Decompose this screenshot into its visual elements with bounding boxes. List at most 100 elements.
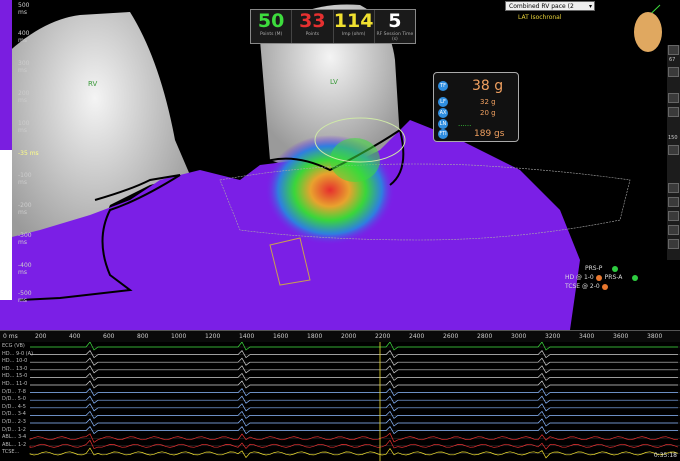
status-dot: [595, 274, 602, 281]
timeline-tick: 3800: [647, 333, 663, 340]
ecg-channel-label: HD... 13-0: [2, 365, 28, 372]
timeline-tick: 2400: [409, 333, 425, 340]
opacity-slider[interactable]: [668, 145, 679, 155]
ecg-trace: [29, 432, 679, 443]
colorbar-tick: 400 ms: [18, 30, 30, 44]
colorbar-tick: -400 ms: [18, 262, 32, 276]
map-name: LAT Isochronal: [518, 14, 562, 21]
map-selector[interactable]: Combined RV pace (2 ▾: [505, 1, 595, 11]
status-dot: [632, 274, 639, 281]
stat-label: Imp (ohm): [341, 32, 366, 37]
colorbar-marker[interactable]: -35 ms: [18, 150, 39, 157]
timeline-tick: 400: [69, 333, 81, 340]
legend-item: PRS-P: [585, 265, 641, 272]
timeline-start: 0 ms: [3, 333, 18, 340]
colorbar-tick: 100 ms: [18, 120, 30, 134]
colorbar-tick: -200 ms: [18, 202, 32, 216]
session-timer: 0:35:18: [653, 452, 677, 459]
timeline-tick: 2600: [443, 333, 459, 340]
stat-value: 5: [388, 10, 402, 32]
stat-points: 33 Points: [292, 10, 334, 43]
view-icon[interactable]: [668, 197, 679, 207]
legend-label: TCSE @ 2-0: [565, 283, 600, 290]
colorbar-tick: -500 ms: [18, 290, 32, 304]
ecg-channel-label: HD... 15-0: [2, 373, 28, 380]
timeline-tick: 1600: [273, 333, 289, 340]
legend-label: PRS-P: [585, 265, 603, 272]
timeline-tick: 200: [35, 333, 47, 340]
map-selector-value: Combined RV pace (2: [509, 3, 574, 10]
ecg-trace: [30, 403, 678, 412]
ecg-channel-label: D/D... 5-0: [2, 396, 26, 403]
zoom-value: 150: [668, 135, 678, 141]
ecg-channel-label: HD... 9-0 (A): [2, 350, 34, 357]
force-main: 38 g: [472, 78, 504, 94]
force-fti: 189 gs: [474, 129, 505, 139]
colorbar-ticks: 500 ms 400 ms 300 ms 200 ms 100 ms -35 m…: [0, 0, 40, 304]
contact-force-panel: TF 38 g LF 32 g AX 20 g LN ...... FTI 18…: [433, 72, 519, 142]
stat-value: 114: [333, 10, 374, 32]
timeline-tick: 2800: [477, 333, 493, 340]
timeline-tick: 3000: [511, 333, 527, 340]
colorbar-tick: -100 ms: [18, 172, 32, 186]
stat-label: Points: [305, 32, 320, 37]
view-icon[interactable]: [668, 183, 679, 193]
orientation-head: [634, 12, 662, 52]
timeline-tick: 1800: [307, 333, 323, 340]
timeline-tick: 2000: [341, 333, 357, 340]
colorbar-tick: 500 ms: [18, 2, 30, 16]
ecg-trace: [30, 365, 678, 374]
ecg-channel-label: D/D... 3-4: [2, 411, 26, 418]
zoom-slider[interactable]: [668, 67, 679, 77]
stat-impedance: 114 Imp (ohm): [334, 10, 375, 43]
stats-panel: 50 Points (M) 33 Points 114 Imp (ohm) 5 …: [250, 9, 416, 44]
ecg-trace: [30, 395, 678, 404]
stat-label: RF Session Time (s): [376, 32, 414, 42]
lateral-force-icon: LF: [438, 97, 448, 107]
catheter-tip: [330, 138, 380, 182]
legend-item: HD @ 1-0 PRS-A: [565, 274, 641, 281]
head-icon[interactable]: [668, 239, 679, 249]
rv-label: RV: [88, 80, 98, 88]
ecg-trace: [30, 350, 678, 359]
ecg-channel-label: D/D... 1-2: [2, 426, 26, 433]
rotate-icon[interactable]: [668, 93, 679, 103]
timeline-tick: 3600: [613, 333, 629, 340]
ecg-trace: [30, 342, 678, 351]
home-icon[interactable]: [668, 45, 679, 55]
stat-value: 33: [299, 10, 326, 32]
colorbar-tick: 300 ms: [18, 60, 30, 74]
stat-label: Points (M): [259, 32, 283, 37]
head-icon[interactable]: [668, 225, 679, 235]
timeline-tick: 600: [103, 333, 115, 340]
ecg-trace: [30, 380, 678, 389]
ecg-trace: [30, 418, 678, 427]
ecg-panel[interactable]: ECG (VB) HD... 9-0 (A) HD... 10-0 HD... 13-…: [0, 342, 680, 461]
stat-points-m: 50 Points (M): [251, 10, 293, 43]
ecg-trace: [30, 372, 678, 381]
legend-label: PRS-A: [604, 274, 623, 281]
total-force-icon: TF: [438, 81, 448, 91]
ecg-trace: [29, 439, 679, 450]
ecg-channel-label: HD... 10-0: [2, 358, 28, 365]
ecg-trace: [30, 426, 678, 435]
zoom-value: 67: [669, 57, 676, 63]
colorbar-tick: -300 ms: [18, 232, 32, 246]
ecg-traces: [29, 342, 680, 461]
ecg-trace: [30, 410, 678, 419]
legend-label: HD @ 1-0: [565, 274, 594, 281]
ecg-channel-label: ABL... 1-2: [2, 441, 27, 448]
legend-item: TCSE @ 2-0: [565, 283, 641, 290]
status-dot: [601, 283, 608, 290]
fti-icon: FTI: [438, 129, 448, 139]
ecg-trace: [30, 357, 678, 366]
stat-rf-time: 5 RF Session Time (s): [375, 10, 415, 43]
force-value: 32 g: [480, 98, 496, 106]
head-icon[interactable]: [668, 211, 679, 221]
lv-label: LV: [330, 78, 338, 86]
ecg-channel-label: HD... 11-0: [2, 381, 28, 387]
stat-value: 50: [257, 10, 285, 32]
timeline-tick: 2200: [375, 333, 391, 340]
tool-icon[interactable]: [668, 107, 679, 117]
chevron-down-icon[interactable]: ▾: [589, 2, 592, 12]
